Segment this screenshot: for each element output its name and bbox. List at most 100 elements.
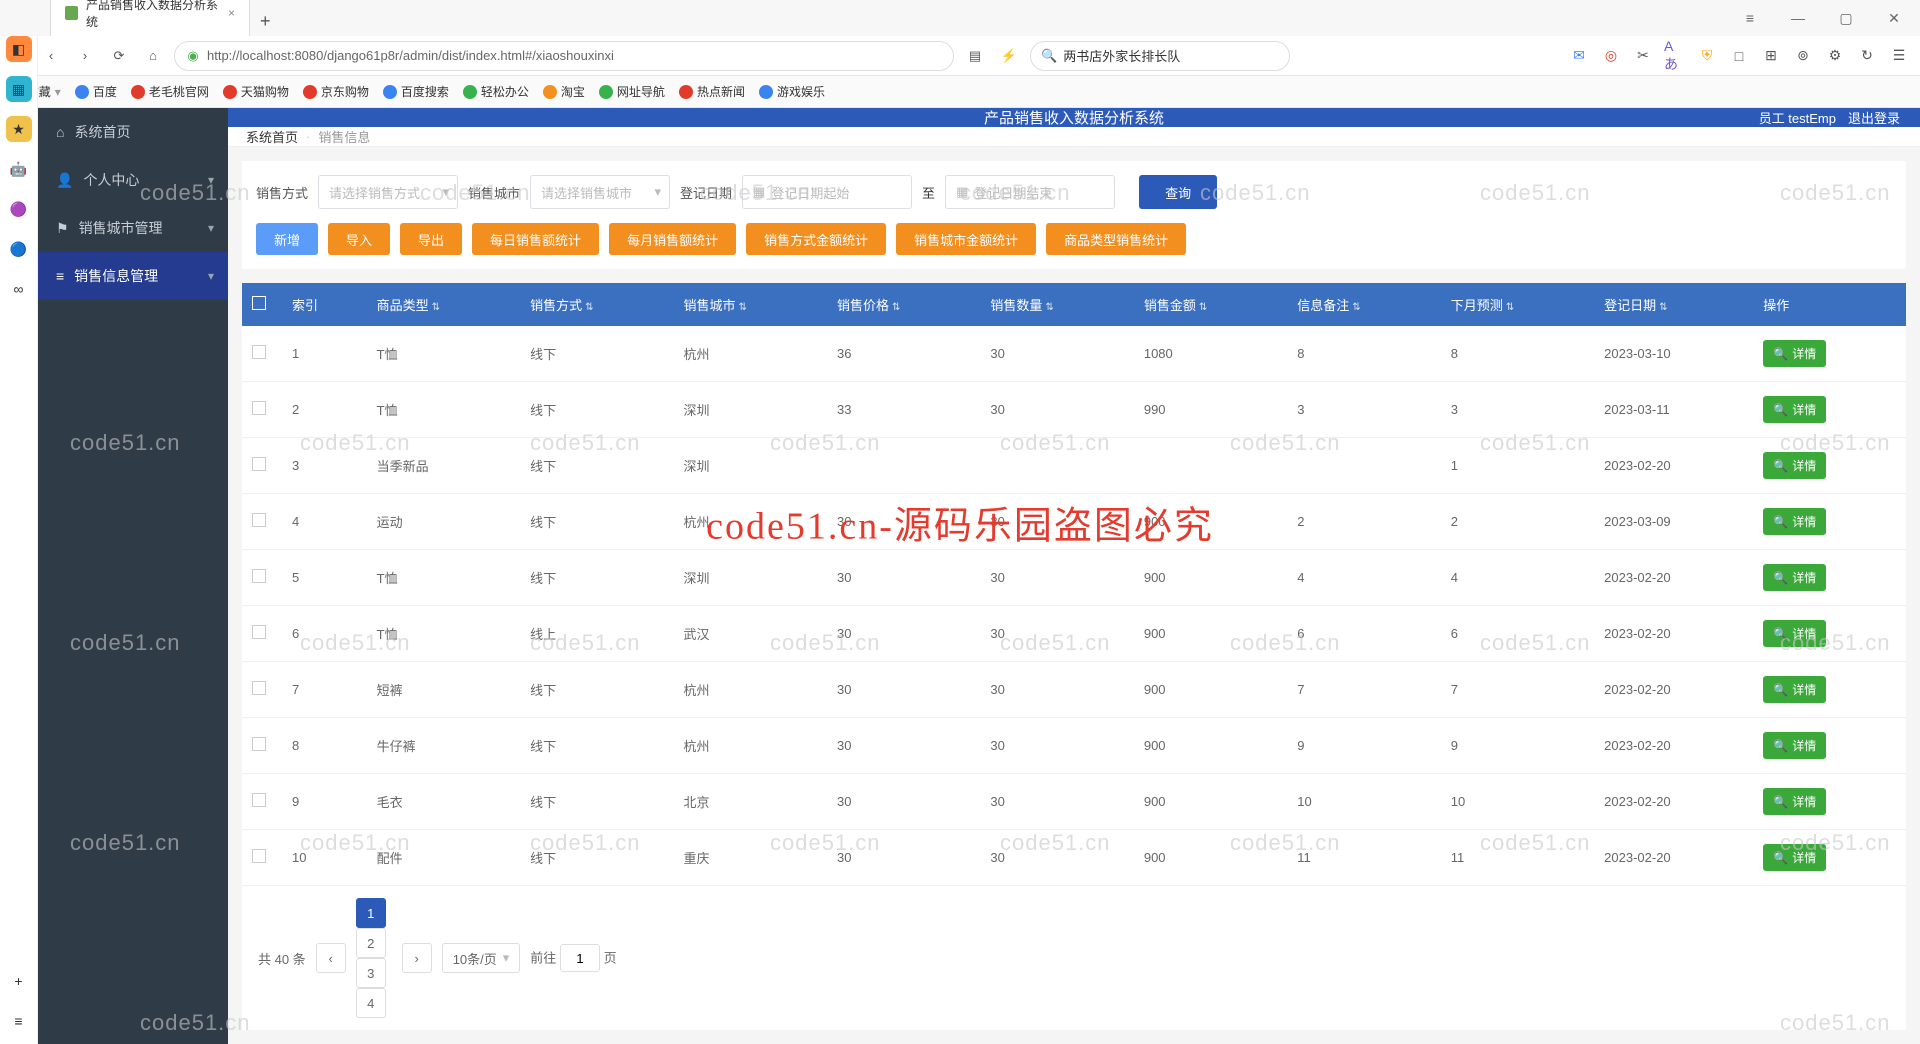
goto-input[interactable]: [560, 944, 600, 972]
new-tab-button[interactable]: +: [250, 7, 281, 36]
logout-link[interactable]: 退出登录: [1848, 108, 1900, 127]
add-button[interactable]: 新增: [256, 223, 318, 255]
table-header-cell[interactable]: 销售金额⇅: [1134, 283, 1287, 326]
bookmark-item[interactable]: 京东购物: [303, 83, 369, 100]
sort-icon[interactable]: ⇅: [1045, 302, 1053, 313]
row-checkbox[interactable]: [252, 457, 266, 471]
pager-page[interactable]: 4: [356, 988, 386, 1018]
bookmark-item[interactable]: 百度搜索: [383, 83, 449, 100]
detail-button[interactable]: 🔍详情: [1763, 340, 1826, 367]
dock-menu-icon[interactable]: ≡: [6, 1008, 32, 1034]
type-stats-button[interactable]: 商品类型销售统计: [1046, 223, 1186, 255]
row-checkbox[interactable]: [252, 569, 266, 583]
table-header-cell[interactable]: 下月预测⇅: [1441, 283, 1594, 326]
maximize-icon[interactable]: ▢: [1826, 4, 1866, 32]
sidebar-item[interactable]: ≡销售信息管理▾: [38, 252, 228, 300]
table-header-cell[interactable]: 商品类型⇅: [367, 283, 520, 326]
ext-icon[interactable]: ◎: [1600, 45, 1622, 67]
browser-search-input[interactable]: 🔍 两书店外家长排长队: [1030, 41, 1290, 71]
home-button[interactable]: ⌂: [140, 43, 166, 69]
sidebar-item[interactable]: ⌂系统首页: [38, 108, 228, 156]
ext-icon[interactable]: ✂: [1632, 45, 1654, 67]
export-button[interactable]: 导出: [400, 223, 462, 255]
dock-icon[interactable]: ◧: [6, 36, 32, 62]
dock-icon[interactable]: 🤖: [6, 156, 32, 182]
back-button[interactable]: ‹: [38, 43, 64, 69]
dock-icon[interactable]: 🔵: [6, 236, 32, 262]
table-header-cell[interactable]: 销售方式⇅: [520, 283, 673, 326]
table-header-cell[interactable]: 登记日期⇅: [1594, 283, 1753, 326]
close-window-icon[interactable]: ✕: [1874, 4, 1914, 32]
detail-button[interactable]: 🔍详情: [1763, 732, 1826, 759]
row-checkbox[interactable]: [252, 737, 266, 751]
select-all-checkbox[interactable]: [252, 296, 266, 310]
table-header-cell[interactable]: [242, 283, 282, 326]
pager-page[interactable]: 3: [356, 958, 386, 988]
row-checkbox[interactable]: [252, 849, 266, 863]
row-checkbox[interactable]: [252, 625, 266, 639]
ext-icon[interactable]: ⛨: [1696, 45, 1718, 67]
sort-icon[interactable]: ⇅: [739, 302, 747, 313]
sort-icon[interactable]: ⇅: [1506, 302, 1514, 313]
table-header-cell[interactable]: 销售城市⇅: [674, 283, 827, 326]
row-checkbox[interactable]: [252, 401, 266, 415]
row-checkbox[interactable]: [252, 345, 266, 359]
row-checkbox[interactable]: [252, 793, 266, 807]
pager-page[interactable]: 1: [356, 898, 386, 928]
menu-icon[interactable]: ≡: [1730, 4, 1770, 32]
pager-next[interactable]: ›: [402, 943, 432, 973]
bookmark-item[interactable]: 百度: [75, 83, 117, 100]
ext-icon[interactable]: □: [1728, 45, 1750, 67]
ext-icon[interactable]: ⊚: [1792, 45, 1814, 67]
bookmark-item[interactable]: 天猫购物: [223, 83, 289, 100]
browser-tab[interactable]: 产品销售收入数据分析系统 ×: [50, 0, 250, 36]
bookmark-item[interactable]: 淘宝: [543, 83, 585, 100]
query-button[interactable]: 查询: [1139, 175, 1217, 209]
url-input[interactable]: ◉ http://localhost:8080/django61p8r/admi…: [174, 41, 954, 71]
ext-icon[interactable]: ⊞: [1760, 45, 1782, 67]
row-checkbox[interactable]: [252, 681, 266, 695]
bookmark-item[interactable]: 热点新闻: [679, 83, 745, 100]
detail-button[interactable]: 🔍详情: [1763, 676, 1826, 703]
dock-icon[interactable]: ▦: [6, 76, 32, 102]
detail-button[interactable]: 🔍详情: [1763, 564, 1826, 591]
dock-icon[interactable]: ★: [6, 116, 32, 142]
dock-icon[interactable]: ∞: [6, 276, 32, 302]
date-end-input[interactable]: ▦登记日期结束: [945, 175, 1115, 209]
sort-icon[interactable]: ⇅: [1659, 302, 1667, 313]
table-header-cell[interactable]: 销售价格⇅: [827, 283, 980, 326]
sort-icon[interactable]: ⇅: [432, 302, 440, 313]
sort-icon[interactable]: ⇅: [1352, 302, 1360, 313]
bookmark-item[interactable]: 老毛桃官网: [131, 83, 209, 100]
ext-icon[interactable]: ↻: [1856, 45, 1878, 67]
bookmark-item[interactable]: 轻松办公: [463, 83, 529, 100]
sidebar-item[interactable]: 👤个人中心▾: [38, 156, 228, 204]
table-header-cell[interactable]: 销售数量⇅: [980, 283, 1133, 326]
sidebar-item[interactable]: ⚑销售城市管理▾: [38, 204, 228, 252]
dock-icon[interactable]: 🟣: [6, 196, 32, 222]
detail-button[interactable]: 🔍详情: [1763, 788, 1826, 815]
forward-button[interactable]: ›: [72, 43, 98, 69]
reload-button[interactable]: ⟳: [106, 43, 132, 69]
ext-icon[interactable]: Aあ: [1664, 45, 1686, 67]
row-checkbox[interactable]: [252, 513, 266, 527]
date-start-input[interactable]: ▦登记日期起始: [742, 175, 912, 209]
page-size-select[interactable]: 10条/页 ▾: [442, 943, 521, 973]
sort-icon[interactable]: ⇅: [892, 302, 900, 313]
method-stats-button[interactable]: 销售方式金额统计: [746, 223, 886, 255]
pager-prev[interactable]: ‹: [316, 943, 346, 973]
detail-button[interactable]: 🔍详情: [1763, 620, 1826, 647]
method-select[interactable]: 请选择销售方式▾: [318, 175, 458, 209]
monthly-stats-button[interactable]: 每月销售额统计: [609, 223, 736, 255]
table-header-cell[interactable]: 索引: [282, 283, 367, 326]
ext-icon[interactable]: ☰: [1888, 45, 1910, 67]
city-stats-button[interactable]: 销售城市金额统计: [896, 223, 1036, 255]
flash-icon[interactable]: ⚡: [996, 43, 1022, 69]
table-header-cell[interactable]: 操作: [1753, 283, 1906, 326]
bookmark-item[interactable]: 游戏娱乐: [759, 83, 825, 100]
daily-stats-button[interactable]: 每日销售额统计: [472, 223, 599, 255]
close-tab-icon[interactable]: ×: [228, 6, 235, 20]
detail-button[interactable]: 🔍详情: [1763, 844, 1826, 871]
minimize-icon[interactable]: —: [1778, 4, 1818, 32]
breadcrumb-home[interactable]: 系统首页: [246, 127, 298, 146]
